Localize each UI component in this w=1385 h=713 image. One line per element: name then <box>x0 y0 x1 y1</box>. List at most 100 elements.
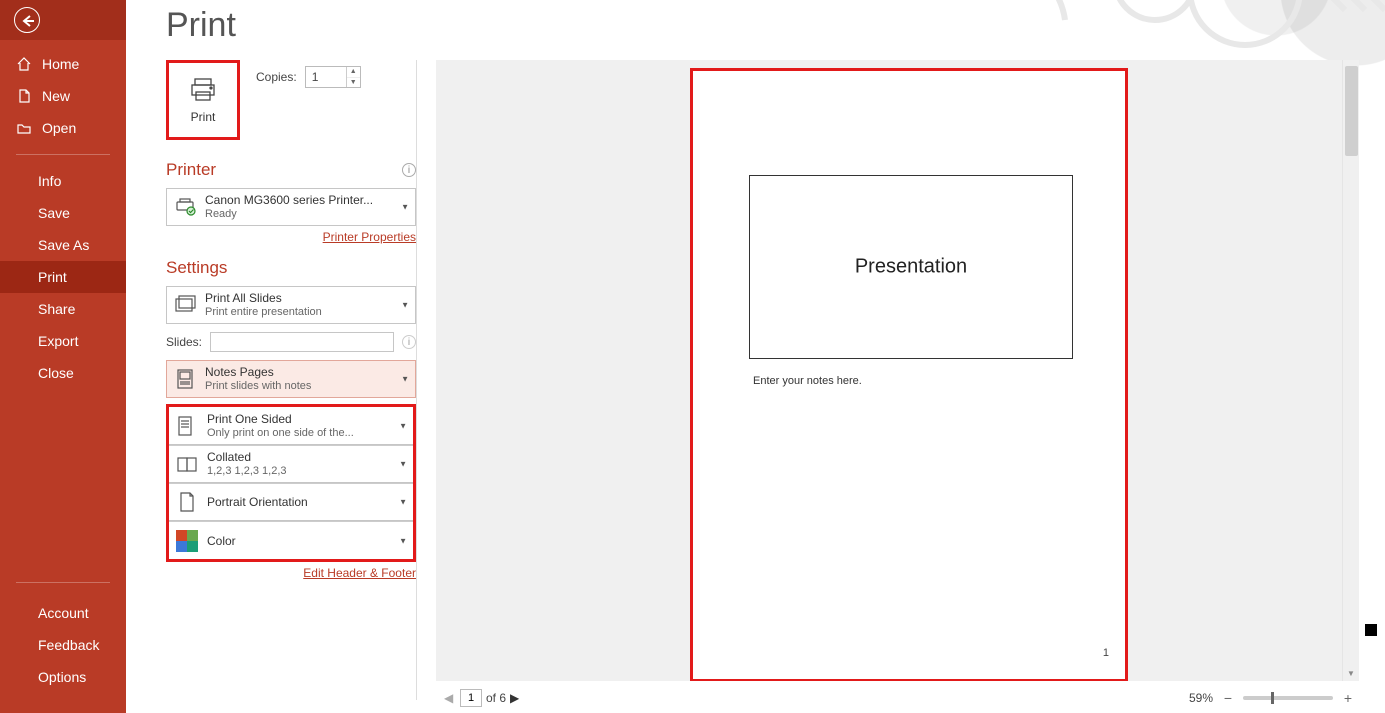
chevron-down-icon: ▼ <box>401 375 409 384</box>
print-backstage-main: Print Print Copies: 1 ▲ ▼ <box>126 0 1385 713</box>
preview-page[interactable]: Presentation Enter your notes here. 1 <box>690 68 1128 681</box>
back-button[interactable] <box>14 7 40 33</box>
printer-selector[interactable]: Canon MG3600 series Printer... Ready ▼ <box>166 188 416 226</box>
current-page-input[interactable] <box>460 689 482 707</box>
orientation-title: Portrait Orientation <box>207 495 308 509</box>
copies-spinbox[interactable]: 1 ▲ ▼ <box>305 66 361 88</box>
sidebar-item-label: Info <box>38 173 61 189</box>
slides-range-input[interactable] <box>210 332 394 352</box>
sidebar-item-home[interactable]: Home <box>0 48 126 80</box>
sidebar-item-label: Save As <box>38 237 89 253</box>
sidebar-item-label: Options <box>38 669 86 685</box>
sidebar-item-options[interactable]: Options <box>0 661 126 693</box>
printer-properties-row: Printer Properties <box>166 230 416 244</box>
highlighted-settings-group: Print One Sided Only print on one side o… <box>166 404 416 562</box>
print-preview-pane: Presentation Enter your notes here. 1 ▼ <box>436 60 1359 681</box>
zoom-percent-label: 59% <box>1189 691 1213 705</box>
printer-status-icon <box>173 195 197 219</box>
sides-selector[interactable]: Print One Sided Only print on one side o… <box>169 407 413 445</box>
chevron-down-icon: ▼ <box>399 460 407 469</box>
zoom-out-button[interactable]: − <box>1221 690 1235 706</box>
page-title: Print <box>166 6 236 45</box>
chevron-down-icon: ▼ <box>399 536 407 545</box>
prev-page-button[interactable]: ◀ <box>444 691 456 705</box>
preview-vertical-scrollbar[interactable]: ▼ <box>1342 60 1359 681</box>
layout-selector[interactable]: Notes Pages Print slides with notes ▼ <box>166 360 416 398</box>
sidebar-separator <box>16 154 110 155</box>
back-bar <box>0 0 126 40</box>
sidebar-item-share[interactable]: Share <box>0 293 126 325</box>
zoom-in-button[interactable]: + <box>1341 690 1355 706</box>
open-icon <box>16 120 32 136</box>
status-bar: ◀ of 6 ▶ 59% − + <box>436 683 1385 713</box>
slides-range-row: Slides: i <box>166 332 416 352</box>
chevron-down-icon: ▼ <box>401 301 409 310</box>
sidebar-item-label: Save <box>38 205 70 221</box>
total-pages-label: of 6 <box>486 691 506 705</box>
collate-title: Collated <box>207 450 287 464</box>
sidebar-item-label: New <box>42 88 70 104</box>
zoom-slider-knob[interactable] <box>1271 692 1274 704</box>
chevron-down-icon: ▼ <box>399 498 407 507</box>
printer-properties-link[interactable]: Printer Properties <box>323 230 416 244</box>
print-button-label: Print <box>191 110 216 124</box>
collate-selector[interactable]: Collated 1,2,3 1,2,3 1,2,3 ▼ <box>169 445 413 483</box>
sidebar-primary: Home New Open Info Save Save As Print <box>0 40 126 389</box>
sidebar-item-info[interactable]: Info <box>0 165 126 197</box>
next-page-button[interactable]: ▶ <box>510 691 522 705</box>
sidebar-item-new[interactable]: New <box>0 80 126 112</box>
chevron-down-icon: ▼ <box>401 203 409 212</box>
back-arrow-icon <box>20 13 34 27</box>
preview-page-number: 1 <box>1103 647 1109 659</box>
sidebar-item-feedback[interactable]: Feedback <box>0 629 126 661</box>
print-range-sub: Print entire presentation <box>205 305 322 319</box>
sidebar-item-open[interactable]: Open <box>0 112 126 144</box>
print-range-title: Print All Slides <box>205 291 322 305</box>
sidebar-secondary: Account Feedback Options <box>0 568 126 713</box>
copies-label: Copies: <box>256 70 297 84</box>
orientation-selector[interactable]: Portrait Orientation ▼ <box>169 483 413 521</box>
slides-icon <box>173 293 197 317</box>
sides-title: Print One Sided <box>207 412 354 426</box>
sidebar-item-label: Print <box>38 269 67 285</box>
copies-row: Copies: 1 ▲ ▼ <box>256 66 361 88</box>
color-selector[interactable]: Color ▼ <box>169 521 413 559</box>
sidebar-item-save-as[interactable]: Save As <box>0 229 126 261</box>
home-icon <box>16 56 32 72</box>
one-sided-icon <box>175 414 199 438</box>
fit-icon <box>1363 622 1385 713</box>
print-settings-column: Print Copies: 1 ▲ ▼ Printer i <box>166 60 416 580</box>
scrollbar-thumb[interactable] <box>1345 66 1358 156</box>
fit-to-window-button[interactable] <box>1363 622 1377 713</box>
sidebar-item-label: Account <box>38 605 89 621</box>
print-button[interactable]: Print <box>166 60 240 140</box>
copies-increment[interactable]: ▲ <box>347 67 360 78</box>
print-range-selector[interactable]: Print All Slides Print entire presentati… <box>166 286 416 324</box>
sidebar-item-label: Open <box>42 120 76 136</box>
slides-range-label: Slides: <box>166 335 202 349</box>
printer-heading-row: Printer i <box>166 160 416 180</box>
sidebar-item-close[interactable]: Close <box>0 357 126 389</box>
printer-info-icon[interactable]: i <box>402 163 416 177</box>
printer-heading: Printer <box>166 160 216 180</box>
settings-heading: Settings <box>166 258 416 278</box>
sides-sub: Only print on one side of the... <box>207 426 354 440</box>
edit-header-footer-link[interactable]: Edit Header & Footer <box>303 566 416 580</box>
sidebar-item-save[interactable]: Save <box>0 197 126 229</box>
layout-sub: Print slides with notes <box>205 379 311 393</box>
copies-value: 1 <box>312 70 319 84</box>
notes-pages-icon <box>173 367 197 391</box>
sidebar-item-account[interactable]: Account <box>0 597 126 629</box>
copies-decrement[interactable]: ▼ <box>347 78 360 88</box>
zoom-slider[interactable] <box>1243 696 1333 700</box>
portrait-icon <box>175 490 199 514</box>
sidebar-item-label: Home <box>42 56 79 72</box>
preview-notes-placeholder: Enter your notes here. <box>753 375 862 387</box>
sidebar-item-label: Close <box>38 365 74 381</box>
chevron-down-icon: ▼ <box>399 421 407 430</box>
sidebar-item-print[interactable]: Print <box>0 261 126 293</box>
vertical-separator <box>416 60 417 700</box>
printer-status: Ready <box>205 207 373 221</box>
slides-info-icon[interactable]: i <box>402 335 416 349</box>
sidebar-item-export[interactable]: Export <box>0 325 126 357</box>
